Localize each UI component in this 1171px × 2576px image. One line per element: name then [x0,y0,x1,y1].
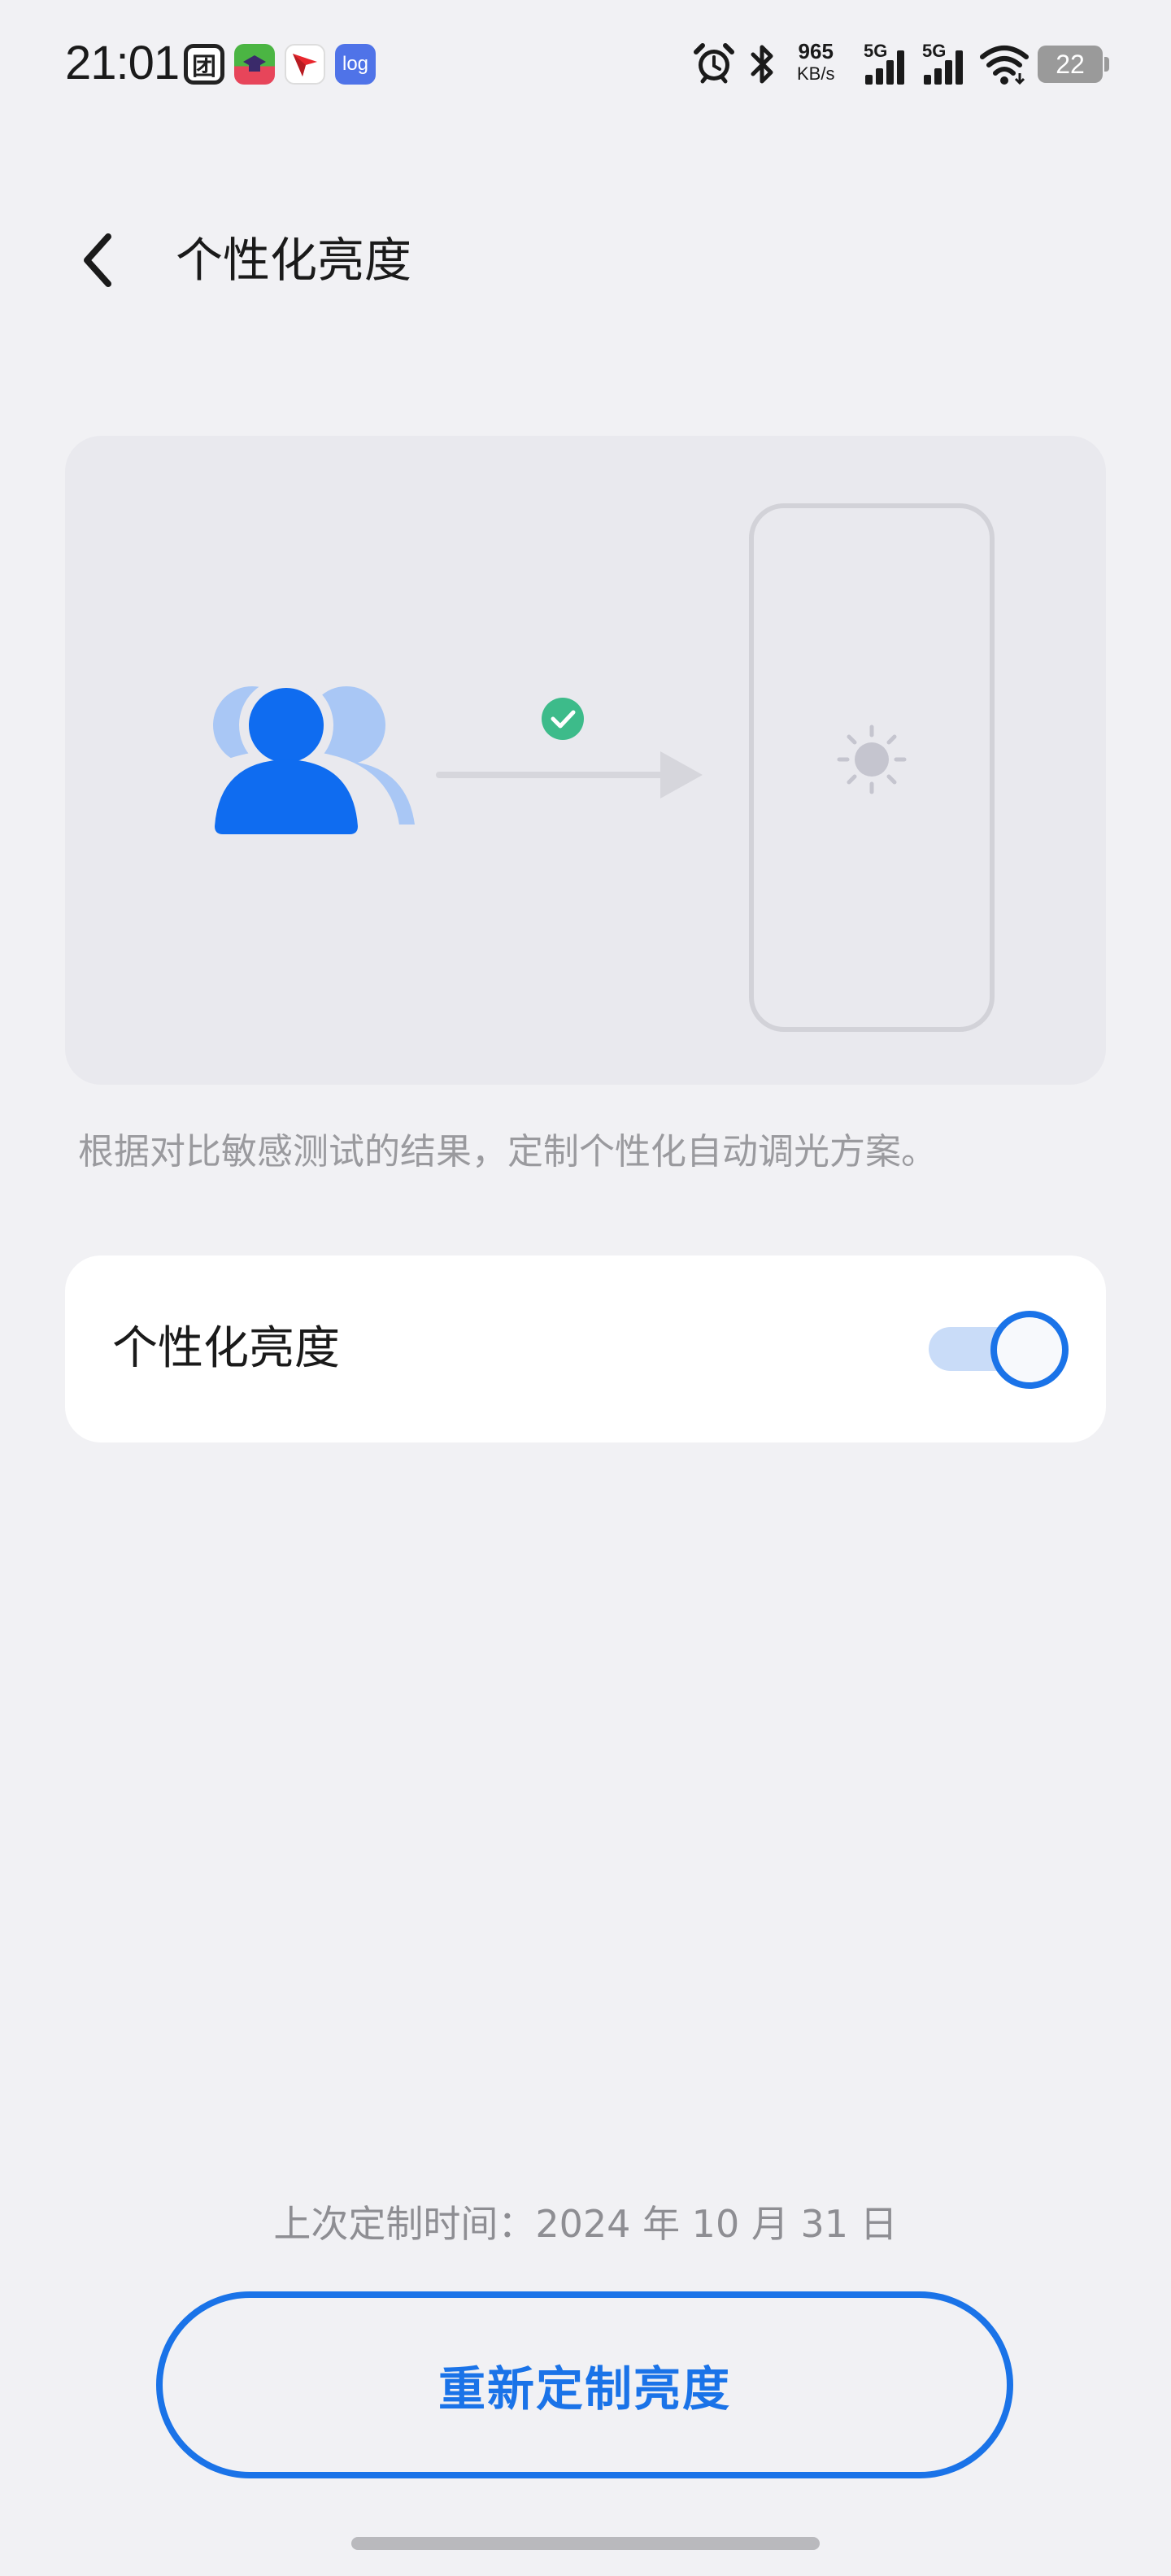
cell-signal-2: 5G [921,41,973,86]
status-time: 21:01 [65,37,180,89]
brightness-illustration [65,436,1106,1085]
paper-plane-icon [293,54,317,76]
network-speed-unit: KB/s [797,63,835,84]
log-app-label: log [342,53,369,75]
signal-bars-icon [865,50,904,85]
meituan-icon: 团 [184,44,224,85]
illustration-graphic [172,503,995,1032]
home-indicator[interactable] [351,2537,820,2550]
game-app-icon [234,44,275,85]
users-icon [172,678,415,834]
last-customized-time: 上次定制时间：2024 年 10 月 31 日 [273,2202,898,2246]
arrow-app-icon [285,44,325,85]
personalized-brightness-label: 个性化亮度 [112,1322,340,1375]
cell-signal-1: 5G [862,41,914,86]
recustomize-brightness-button[interactable]: 重新定制亮度 [156,2291,1013,2478]
wifi-icon [980,46,1029,85]
network-speed: 965 KB/s [797,41,834,83]
alarm-icon [694,43,734,84]
page-title: 个性化亮度 [176,233,412,288]
meituan-glyph: 团 [192,54,216,80]
battery-indicator: 22 [1038,46,1103,83]
chevron-left-icon [84,233,111,287]
back-button[interactable] [65,220,130,301]
description-text: 根据对比敏感测试的结果，定制个性化自动调光方案。 [78,1131,937,1173]
graduation-cap-icon [243,55,266,72]
personalized-brightness-card: 个性化亮度 [65,1255,1106,1442]
log-app-icon: log [335,44,376,85]
network-speed-value: 965 [798,39,834,63]
signal-bars-icon [924,50,963,85]
bluetooth-icon [751,45,773,84]
arrow-right-icon [436,751,703,798]
battery-level: 22 [1056,49,1085,79]
toggle-knob [990,1311,1069,1389]
sun-icon [837,724,907,794]
personalized-brightness-toggle[interactable] [929,1311,1069,1389]
battery-tip [1104,57,1109,72]
recustomize-brightness-label: 重新定制亮度 [437,2361,731,2417]
check-circle-icon [542,698,584,740]
